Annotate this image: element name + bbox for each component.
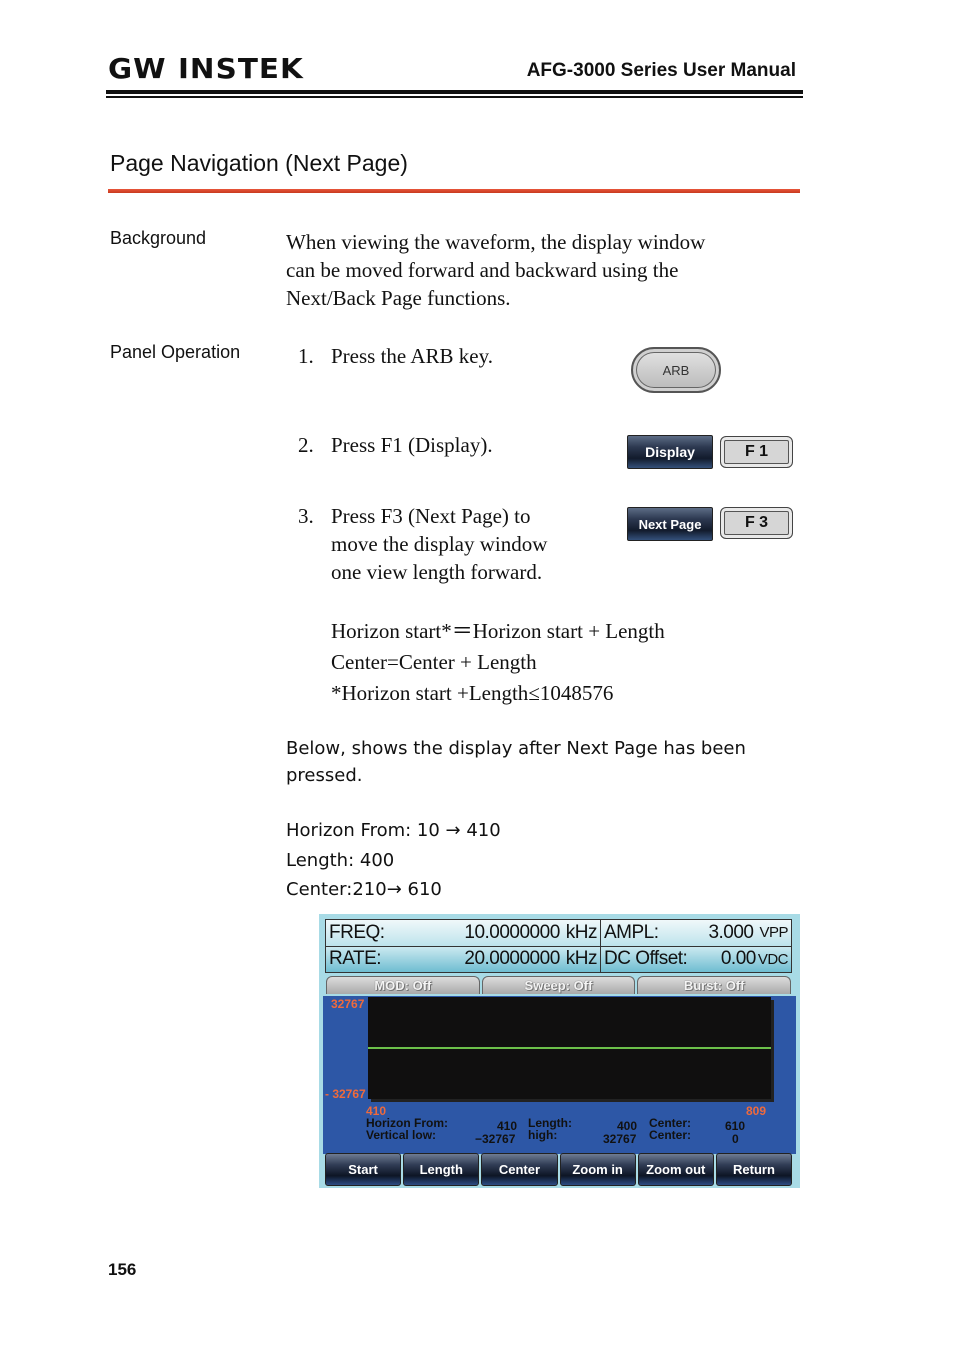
waveform-area: 32767 - 32767 410 809 Horizon From: 410 …	[323, 996, 796, 1154]
display-softkey[interactable]: Display	[627, 435, 713, 469]
rate-label: RATE:	[329, 948, 382, 970]
dc-offset-field[interactable]: DC Offset: 0.00 VDC	[601, 946, 791, 972]
function-buttons: Start Length Center Zoom in Zoom out Ret…	[325, 1153, 793, 1186]
high-label: high:	[528, 1128, 558, 1142]
step-2-text: Press F1 (Display).	[331, 433, 493, 457]
background-line: When viewing the waveform, the display w…	[286, 230, 706, 254]
section-rule	[108, 189, 800, 193]
gw-instek-logo: GW INSTEK	[108, 52, 304, 85]
dc-offset-label: DC Offset:	[604, 948, 688, 970]
manual-title: AFG-3000 Series User Manual	[526, 60, 796, 81]
note-text: Below, shows the display after Next Page…	[286, 735, 746, 789]
formula-line: Center=Center + Length	[331, 650, 537, 674]
note-line: Below, shows the display after Next Page…	[286, 738, 746, 759]
formula-line: *Horizon start +Length≤1048576	[331, 681, 614, 705]
return-button[interactable]: Return	[715, 1153, 793, 1186]
dc-offset-value: 0.00	[720, 948, 756, 970]
note-line: pressed.	[286, 765, 363, 786]
step-1-text: Press the ARB key.	[331, 344, 493, 368]
vertical-center-label: Center:	[649, 1128, 692, 1142]
ampl-field[interactable]: AMPL: 3.000 VPP	[601, 920, 791, 946]
rate-unit: kHz	[565, 948, 598, 970]
step-1-number: 1.	[298, 344, 314, 368]
f3-key[interactable]: F 3	[720, 507, 793, 539]
background-line: can be moved forward and backward using …	[286, 258, 679, 282]
background-text: When viewing the waveform, the display w…	[286, 228, 705, 312]
background-label: Background	[110, 228, 207, 248]
parameter-panel: FREQ: 10.0000000 kHz AMPL: 3.000 VPP RAT…	[325, 919, 792, 973]
ampl-label: AMPL:	[604, 921, 659, 943]
tab-mod[interactable]: MOD: Off	[326, 976, 480, 994]
section-title: Page Navigation (Next Page)	[110, 150, 408, 176]
change-length: Length: 400	[286, 849, 395, 871]
length-button[interactable]: Length	[403, 1153, 480, 1186]
step-2-number: 2.	[298, 433, 314, 457]
dc-offset-unit: VDC	[757, 950, 789, 968]
instrument-screen: FREQ: 10.0000000 kHz AMPL: 3.000 VPP RAT…	[319, 914, 800, 1188]
change-center: Center:210→ 610	[286, 879, 442, 900]
tab-burst[interactable]: Burst: Off	[637, 976, 792, 994]
ampl-unit: VPP	[759, 924, 788, 942]
formulas: Horizon start*＝Horizon start + Length Ce…	[331, 616, 665, 709]
background-line: Next/Back Page functions.	[286, 286, 511, 310]
freq-field[interactable]: FREQ: 10.0000000 kHz	[326, 920, 600, 946]
change-horizon-from: Horizon From: 10 → 410	[286, 820, 501, 841]
header-rule	[106, 90, 803, 94]
next-page-softkey[interactable]: Next Page	[627, 507, 713, 541]
panel-operation-label: Panel Operation	[110, 342, 241, 362]
vertical-center-value: 0	[732, 1132, 739, 1146]
zoom-out-button[interactable]: Zoom out	[637, 1153, 714, 1186]
length-value: 400	[617, 1119, 638, 1133]
page-number: 156	[108, 1260, 137, 1279]
freq-label: FREQ:	[329, 921, 385, 943]
x-axis-end-label: 809	[746, 1104, 767, 1118]
step-3-line: move the display window	[331, 532, 548, 556]
arb-key[interactable]: ARB	[631, 347, 721, 393]
y-axis-max-label: 32767	[331, 997, 365, 1011]
center-button[interactable]: Center	[481, 1153, 558, 1186]
zoom-in-button[interactable]: Zoom in	[559, 1153, 636, 1186]
ampl-value: 3.000	[708, 921, 754, 943]
high-value: 32767	[603, 1132, 637, 1146]
y-axis-min-label: - 32767	[325, 1087, 366, 1101]
f1-key[interactable]: F 1	[720, 436, 793, 468]
step-3-line: one view length forward.	[331, 560, 543, 584]
step-3-line: Press F3 (Next Page) to	[331, 504, 531, 528]
waveform-plot	[368, 997, 771, 1099]
waveform-trace	[368, 1047, 771, 1049]
rate-field[interactable]: RATE: 20.0000000 kHz	[326, 946, 600, 972]
step-3-number: 3.	[298, 504, 314, 528]
vertical-low-label: Vertical low:	[366, 1128, 437, 1142]
rate-value: 20.0000000	[464, 948, 560, 970]
horizon-from-value: 410	[497, 1119, 518, 1133]
step-3-text: Press F3 (Next Page) to move the display…	[331, 502, 547, 586]
changes-list: Horizon From: 10 → 410 Length: 400 Cente…	[286, 816, 501, 905]
vertical-low-value: −32767	[475, 1132, 516, 1146]
start-button[interactable]: Start	[325, 1153, 402, 1186]
tab-sweep[interactable]: Sweep: Off	[481, 976, 636, 994]
freq-unit: kHz	[565, 921, 598, 943]
center-value: 610	[725, 1119, 746, 1133]
freq-value: 10.0000000	[464, 921, 560, 943]
formula-line: Horizon start*＝Horizon start + Length	[331, 619, 665, 643]
header-rule-thin	[106, 96, 803, 98]
mode-tabs: MOD: Off Sweep: Off Burst: Off	[325, 976, 792, 994]
